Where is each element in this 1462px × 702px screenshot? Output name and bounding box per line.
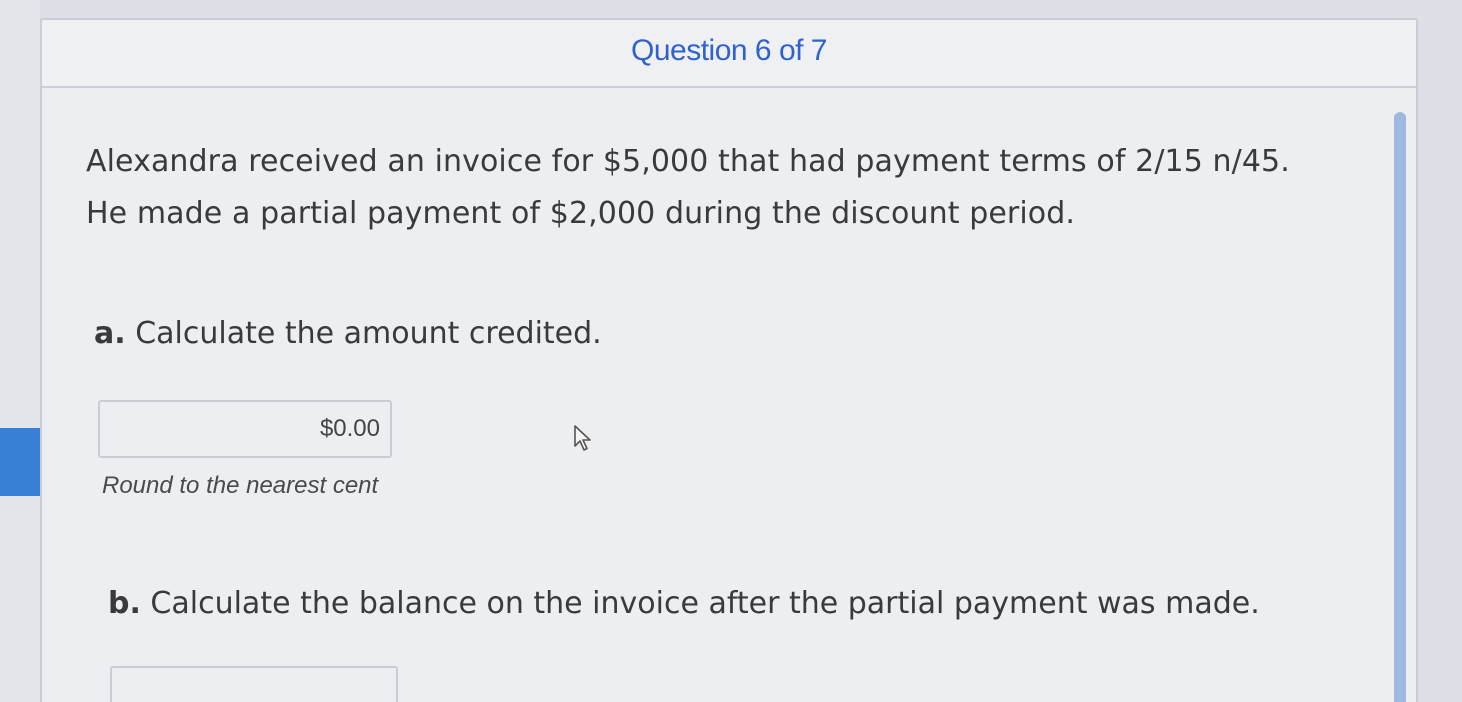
side-tab-indicator[interactable] xyxy=(0,428,45,496)
part-b-prompt: b. Calculate the balance on the invoice … xyxy=(108,586,1260,621)
part-b-text: Calculate the balance on the invoice aft… xyxy=(150,586,1260,621)
problem-statement: Alexandra received an invoice for $5,000… xyxy=(86,144,1290,231)
part-b-answer-input[interactable] xyxy=(110,666,398,702)
part-a-prompt: a. Calculate the amount credited. xyxy=(94,316,602,351)
left-sidebar-strip xyxy=(0,0,40,702)
scrollbar[interactable] xyxy=(1394,112,1406,702)
mouse-pointer-icon xyxy=(574,425,591,451)
question-panel: Question 6 of 7 Alexandra received an in… xyxy=(40,18,1418,702)
part-a-label: a. xyxy=(94,316,126,351)
part-a-hint: Round to the nearest cent xyxy=(102,472,379,499)
question-counter: Question 6 of 7 xyxy=(631,34,827,67)
question-header: Question 6 of 7 xyxy=(42,20,1416,88)
part-a-text: Calculate the amount credited. xyxy=(135,316,602,351)
part-b-label: b. xyxy=(108,586,141,621)
part-a-answer-input[interactable]: $0.00 xyxy=(98,400,392,458)
